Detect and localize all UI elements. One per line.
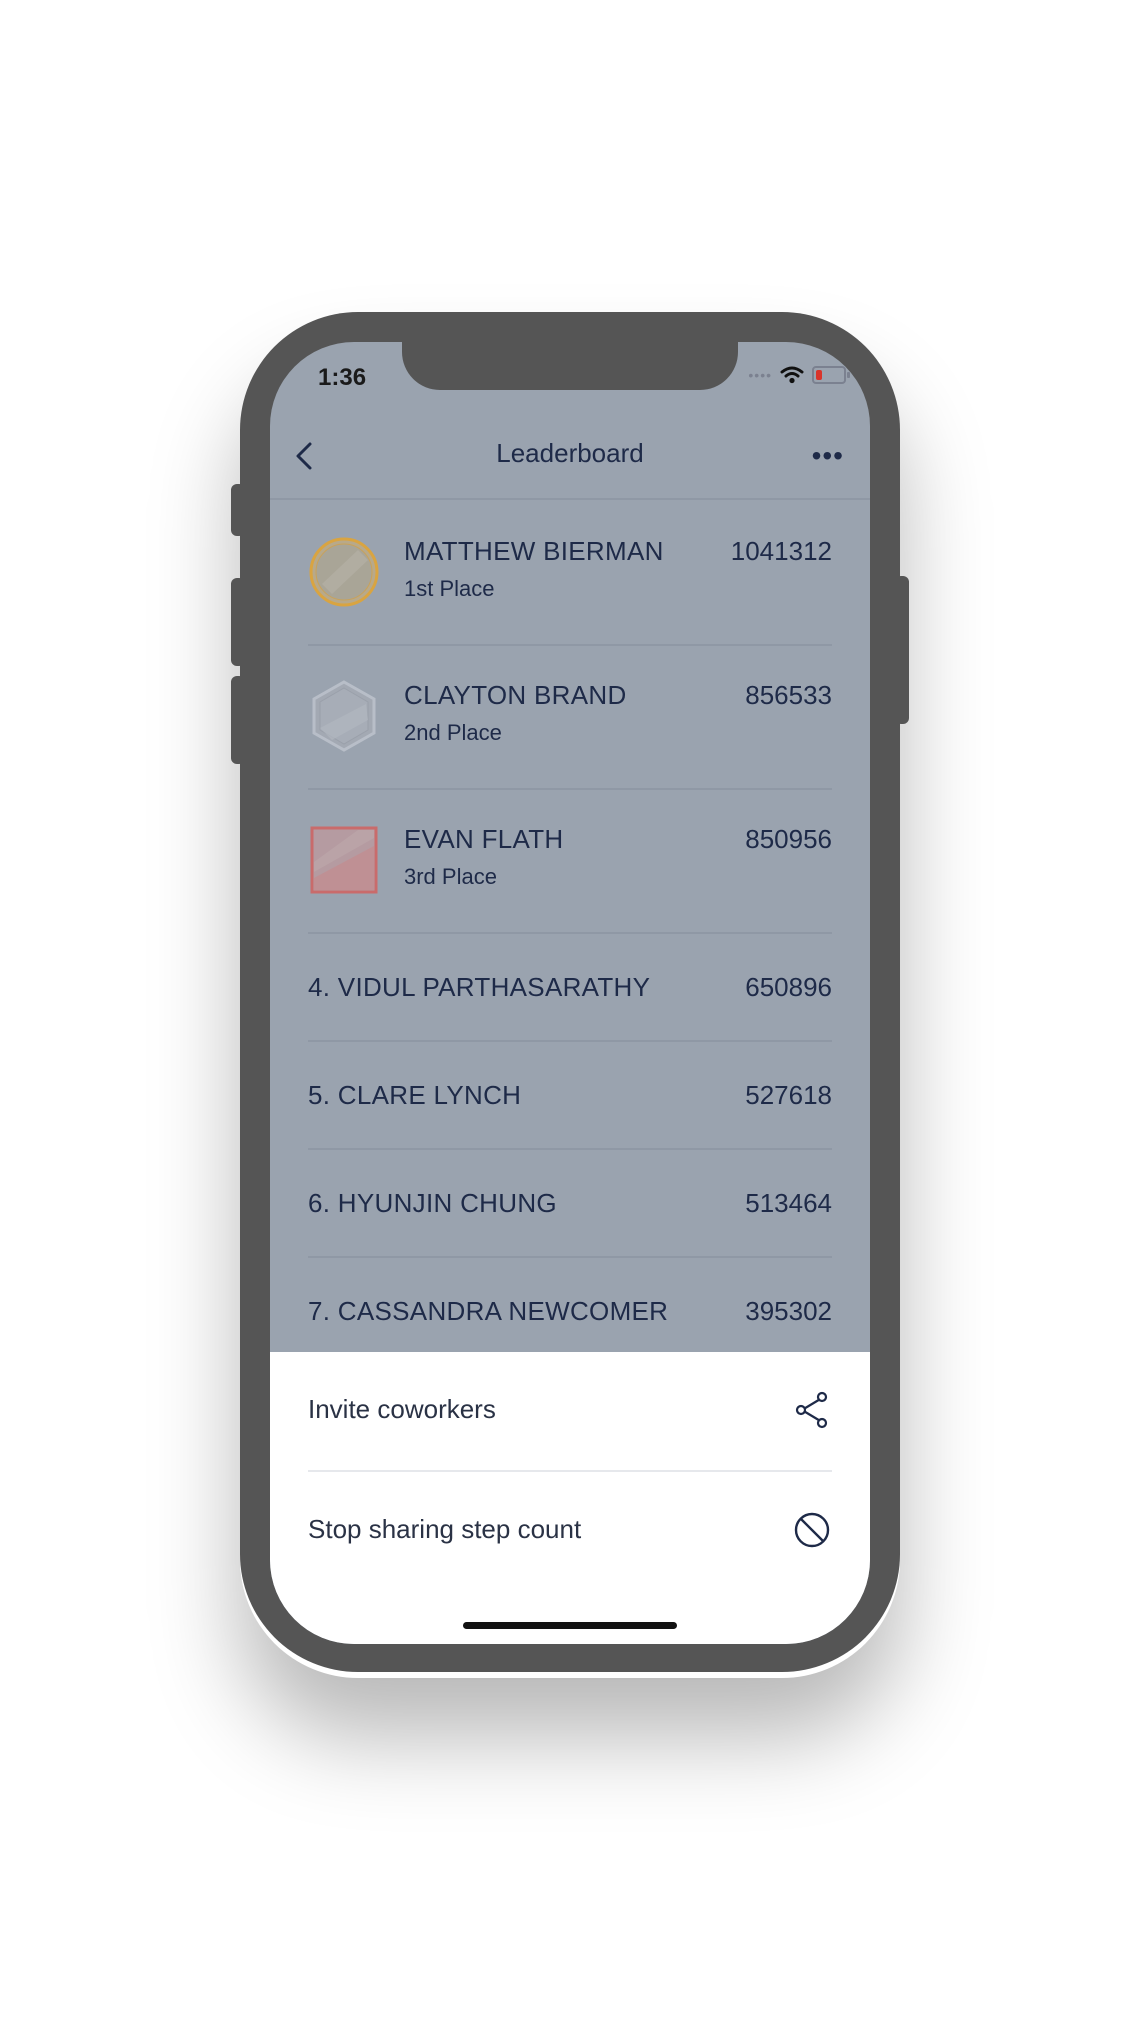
prohibited-icon xyxy=(794,1512,830,1548)
player-score: 850956 xyxy=(745,824,832,854)
status-icons: •••• xyxy=(748,366,850,384)
player-score: 395302 xyxy=(745,1296,832,1326)
battery-icon xyxy=(812,366,850,384)
battery-cap xyxy=(847,372,850,378)
player-place: 1st Place xyxy=(404,576,495,601)
player-place: 2nd Place xyxy=(404,720,502,745)
invite-coworkers-label: Invite coworkers xyxy=(308,1394,496,1424)
silver-medal-icon xyxy=(312,680,376,752)
player-name: 5. CLARE LYNCH xyxy=(308,1080,522,1110)
signal-icon: •••• xyxy=(748,367,772,383)
player-place: 3rd Place xyxy=(404,864,497,889)
leaderboard-row-7[interactable]: 7. CASSANDRA NEWCOMER 395302 xyxy=(308,1258,832,1366)
player-name: 7. CASSANDRA NEWCOMER xyxy=(308,1296,669,1326)
leaderboard-row-1[interactable]: MATTHEW BIERMAN 1st Place 1041312 xyxy=(308,502,832,646)
leaderboard-row-3[interactable]: EVAN FLATH 3rd Place 850956 xyxy=(308,790,832,934)
home-indicator[interactable] xyxy=(463,1622,677,1629)
player-score: 513464 xyxy=(745,1188,832,1218)
action-sheet: Invite coworkers Stop sharing step count xyxy=(270,1352,870,1644)
battery-level xyxy=(816,370,822,380)
leaderboard-list: MATTHEW BIERMAN 1st Place 1041312 CLAYTO… xyxy=(308,502,832,1366)
player-score: 1041312 xyxy=(730,536,832,566)
player-score: 856533 xyxy=(745,680,832,710)
more-options-icon[interactable]: ••• xyxy=(812,440,844,472)
screen: 1:36 •••• Leaderboard ••• MATTHEW BIERMA… xyxy=(270,342,870,1644)
gold-medal-icon xyxy=(309,537,379,607)
player-name: 4. VIDUL PARTHASARATHY xyxy=(308,972,651,1002)
status-time: 1:36 xyxy=(318,364,367,391)
page-title: Leaderboard xyxy=(496,438,644,468)
nav-bar: Leaderboard ••• xyxy=(270,414,870,500)
notch xyxy=(402,342,738,390)
wifi-icon xyxy=(780,366,804,384)
stop-sharing-button[interactable]: Stop sharing step count xyxy=(308,1472,832,1590)
stop-sharing-label: Stop sharing step count xyxy=(308,1514,582,1544)
bronze-medal-icon xyxy=(310,826,378,894)
player-score: 527618 xyxy=(745,1080,832,1110)
invite-coworkers-button[interactable]: Invite coworkers xyxy=(308,1352,832,1472)
player-name: CLAYTON BRAND xyxy=(404,680,627,710)
player-name: MATTHEW BIERMAN xyxy=(404,536,664,566)
share-icon xyxy=(795,1391,828,1429)
player-name: EVAN FLATH xyxy=(404,824,564,854)
leaderboard-row-5[interactable]: 5. CLARE LYNCH 527618 xyxy=(308,1042,832,1150)
leaderboard-row-2[interactable]: CLAYTON BRAND 2nd Place 856533 xyxy=(308,646,832,790)
player-score: 650896 xyxy=(745,972,832,1002)
player-name: 6. HYUNJIN CHUNG xyxy=(308,1188,557,1218)
leaderboard-row-6[interactable]: 6. HYUNJIN CHUNG 513464 xyxy=(308,1150,832,1258)
leaderboard-row-4[interactable]: 4. VIDUL PARTHASARATHY 650896 xyxy=(308,934,832,1042)
